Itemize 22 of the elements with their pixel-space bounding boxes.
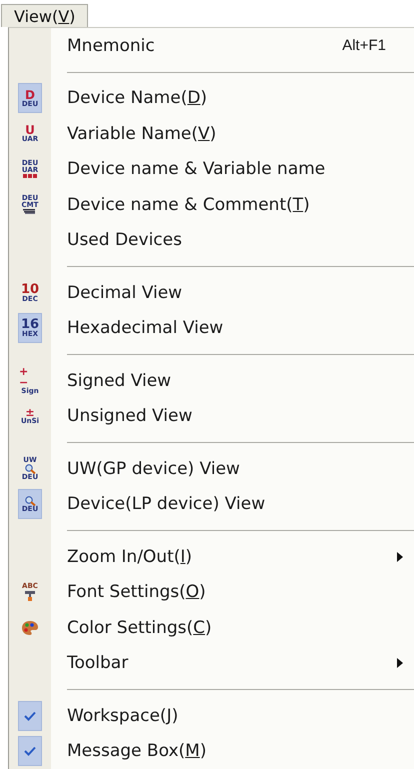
- menu-item-label: Signed View: [67, 370, 172, 391]
- menu-item-label: Font Settings(O): [67, 582, 207, 602]
- menu-item-label: Unsigned View: [67, 406, 194, 426]
- menu-item-label: Device Name(D): [67, 88, 208, 108]
- menu-item-label: Toolbar: [67, 653, 130, 674]
- view-menu-title[interactable]: View(V): [1, 4, 88, 27]
- menu-item-label: Color Settings(C): [67, 618, 213, 638]
- shortcut-text: Alt+F1: [342, 37, 386, 54]
- menu-item-label: Hexadecimal View: [67, 318, 224, 338]
- menu-item-label: Mnemonic: [67, 36, 156, 56]
- submenu-arrow-icon: [396, 658, 404, 668]
- menu-item-label: Used Devices: [67, 230, 183, 250]
- menu-item-label: Zoom In/Out(I): [67, 546, 194, 567]
- menu-item-label: Variable Name(V): [67, 124, 218, 144]
- menu-item-label: Device name & Comment(T): [67, 194, 311, 215]
- menu-item-label: Decimal View: [67, 282, 184, 303]
- menu-item-label: Message Box(M): [67, 741, 208, 762]
- menu-item-label: Device(LP device) View: [67, 494, 266, 514]
- menu-item-label: Workspace(J): [67, 706, 180, 726]
- menu-item-label: UW(GP device) View: [67, 458, 241, 479]
- submenu-arrow-icon: [396, 552, 404, 562]
- menu-item-label: Device name & Variable name: [67, 159, 326, 180]
